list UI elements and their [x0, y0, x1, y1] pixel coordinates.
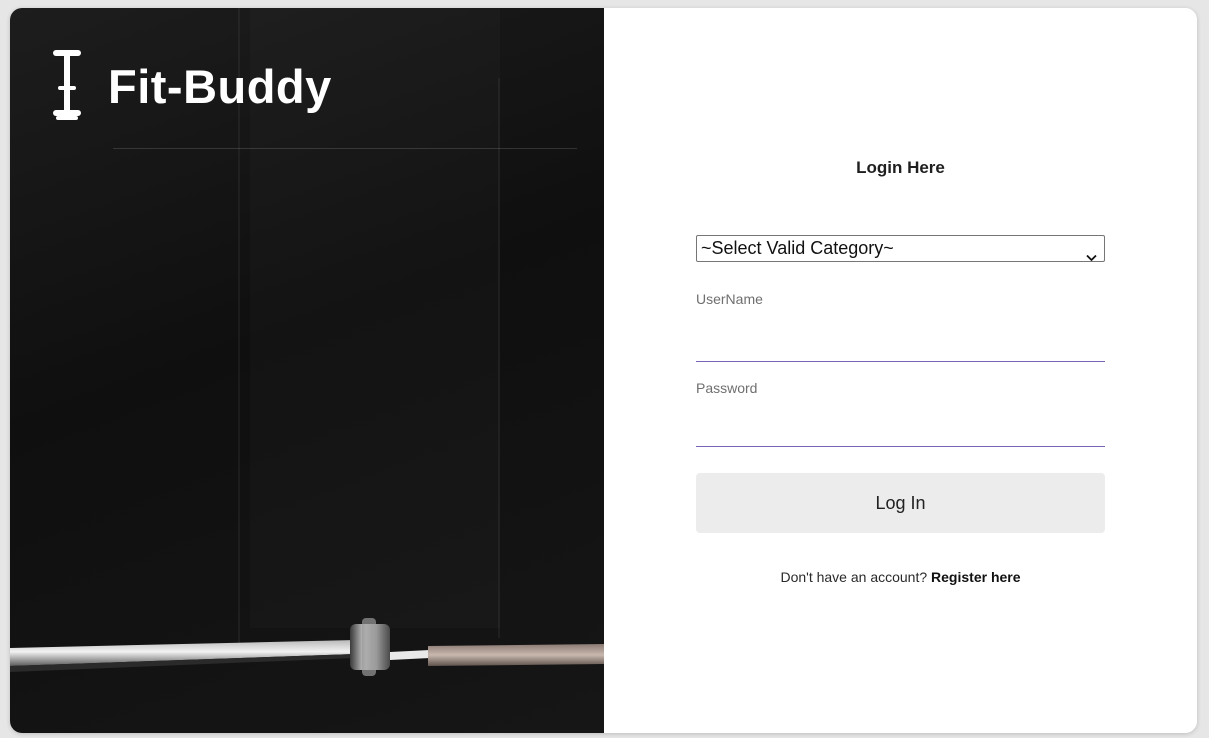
background-panel-seam [498, 78, 500, 638]
brand-name: Fit-Buddy [108, 59, 332, 113]
barbell-image [10, 618, 604, 676]
brand: Fit-Buddy [50, 46, 332, 126]
register-prompt: Don't have an account? [780, 569, 928, 585]
hero-image-panel: Fit-Buddy [10, 8, 604, 733]
chevron-down-icon [1086, 244, 1097, 262]
login-title: Login Here [856, 158, 945, 177]
register-link[interactable]: Register here [931, 569, 1020, 585]
username-label: UserName [696, 291, 763, 307]
dumbbell-icon [50, 46, 84, 126]
brand-divider [113, 148, 577, 149]
username-input[interactable] [696, 335, 1105, 362]
password-input[interactable] [696, 420, 1105, 447]
password-label: Password [696, 380, 758, 396]
category-select-value: ~Select Valid Category~ [701, 238, 894, 258]
category-select[interactable]: ~Select Valid Category~ [696, 235, 1105, 262]
register-line: Don't have an account? Register here [604, 569, 1197, 585]
login-card: Fit-Buddy Login Here ~Select Valid Categ… [10, 8, 1197, 733]
login-form-panel: Login Here ~Select Valid Category~ UserN… [604, 8, 1197, 733]
login-button[interactable]: Log In [696, 473, 1105, 533]
